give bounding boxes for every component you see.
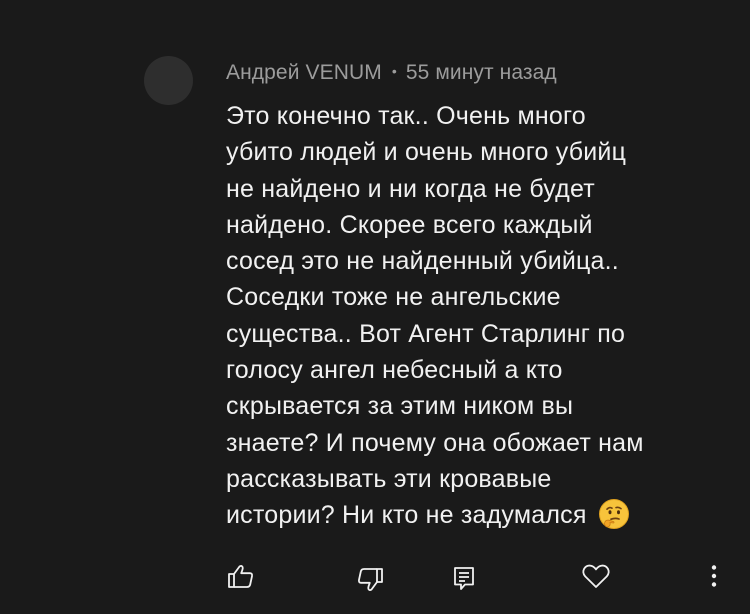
more-vertical-icon: [698, 560, 730, 592]
comment-text: Это конечно так.. Очень много убито люде…: [226, 102, 644, 530]
reply-button[interactable]: [446, 560, 482, 596]
more-options-button[interactable]: [696, 558, 732, 594]
thumbs-up-icon: [225, 560, 257, 592]
thinking-face-icon: [598, 498, 630, 530]
avatar[interactable]: [144, 56, 193, 105]
comment-body: Это конечно так.. Очень много убито люде…: [226, 98, 731, 534]
comment-timestamp[interactable]: 55 минут назад: [406, 61, 557, 84]
dislike-button[interactable]: [352, 562, 388, 598]
author-name[interactable]: Андрей VENUM: [226, 61, 382, 84]
comment-meta: Андрей VENUM • 55 минут назад: [226, 61, 557, 85]
like-button[interactable]: [223, 558, 259, 594]
meta-separator: •: [391, 63, 397, 79]
heart-icon: [580, 560, 612, 592]
comment-actions: [0, 558, 750, 598]
thumbs-down-icon: [354, 564, 386, 596]
reply-icon: [448, 562, 480, 594]
heart-button[interactable]: [578, 558, 614, 594]
